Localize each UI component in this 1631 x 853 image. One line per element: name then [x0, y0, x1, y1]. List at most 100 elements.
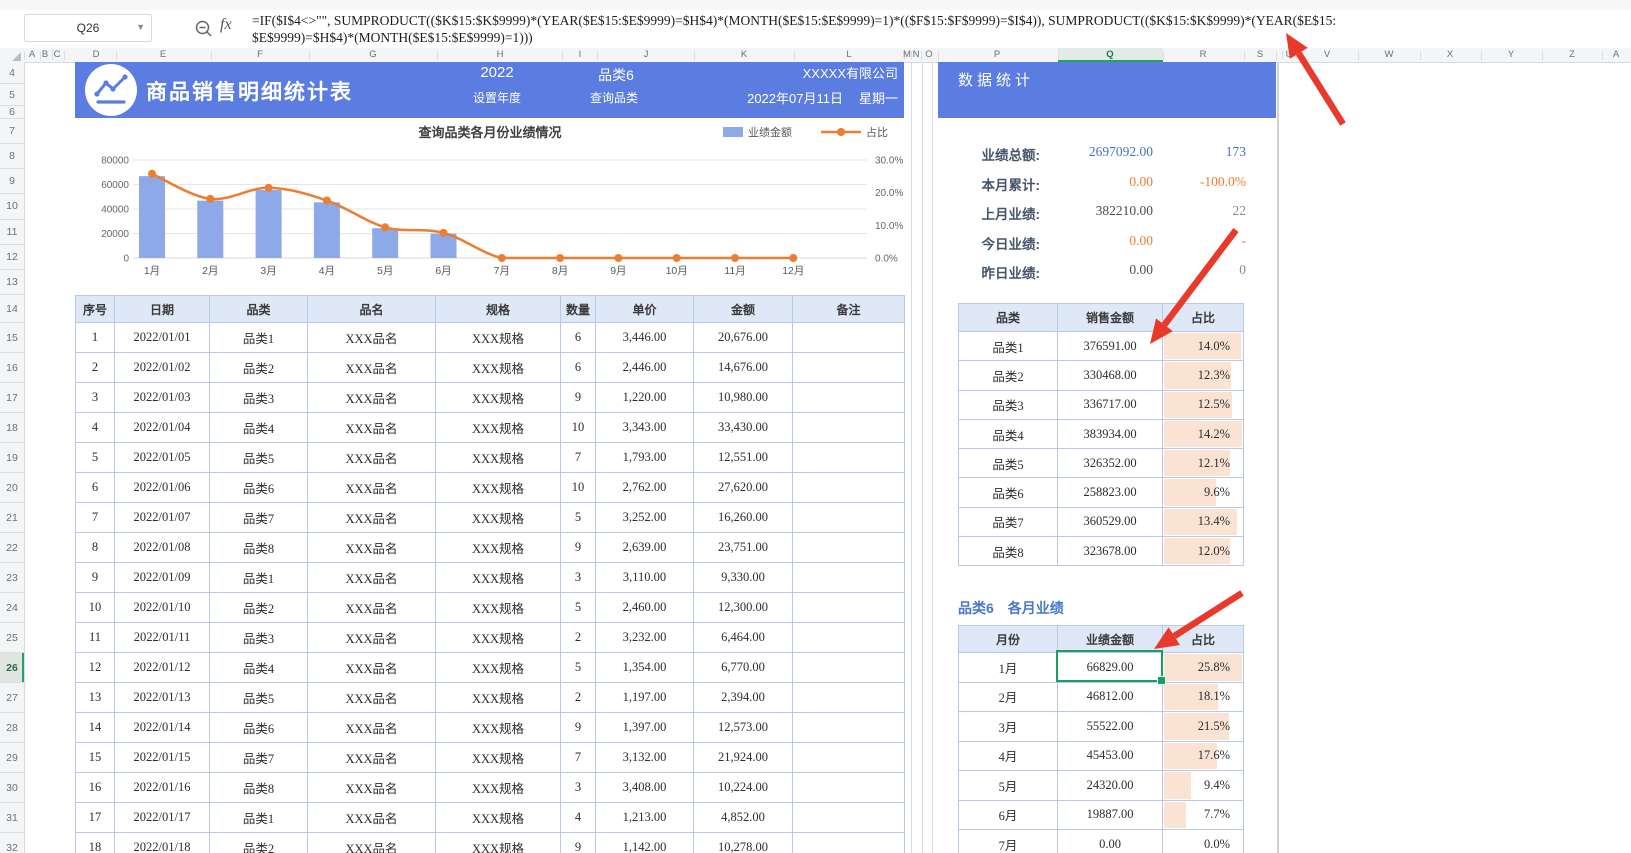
sales-cell[interactable]: 6 [561, 323, 596, 353]
sales-cell[interactable]: 品类4 [210, 653, 308, 683]
row-header-10[interactable]: 10 [0, 194, 24, 220]
sales-cell[interactable]: XXX品名 [308, 503, 436, 533]
monthly-cell[interactable]: 2月 [958, 682, 1058, 712]
sales-cell[interactable]: 17 [75, 803, 115, 833]
monthly-column-header[interactable]: 占比 [1163, 625, 1244, 653]
sales-cell[interactable]: 2 [561, 683, 596, 713]
sales-cell[interactable]: 9 [561, 383, 596, 413]
sales-cell[interactable]: 品类4 [210, 413, 308, 443]
sales-cell[interactable]: 14 [75, 713, 115, 743]
row-header-6[interactable]: 6 [0, 106, 24, 119]
sales-cell[interactable]: 2022/01/08 [115, 533, 210, 563]
category-cell[interactable]: 336717.00 [1058, 390, 1163, 420]
row-header-17[interactable]: 17 [0, 383, 24, 413]
sales-cell[interactable]: 3 [75, 383, 115, 413]
category-cell[interactable]: 品类4 [958, 419, 1058, 450]
monthly-cell[interactable]: 5月 [958, 771, 1058, 801]
sales-cell[interactable]: XXX规格 [436, 803, 561, 833]
sales-cell[interactable]: 品类5 [210, 683, 308, 713]
category-cell[interactable]: 12.5% [1163, 390, 1244, 420]
sales-cell[interactable]: 3,132.00 [596, 743, 694, 773]
row-header-30[interactable]: 30 [0, 773, 24, 803]
sales-cell[interactable]: 5 [561, 593, 596, 623]
sales-cell[interactable] [793, 533, 905, 563]
row-header-21[interactable]: 21 [0, 503, 24, 533]
stat-value[interactable]: 2697092.00 [1040, 144, 1153, 162]
sales-cell[interactable]: XXX品名 [308, 833, 436, 853]
sales-cell[interactable]: 4 [75, 413, 115, 443]
sales-cell[interactable]: XXX规格 [436, 773, 561, 803]
monthly-cell[interactable]: 24320.00 [1058, 771, 1163, 801]
sales-cell[interactable]: 6 [561, 353, 596, 383]
sales-cell[interactable]: XXX品名 [308, 413, 436, 443]
stat-extra[interactable]: 0 [1153, 262, 1246, 280]
monthly-cell[interactable]: 55522.00 [1058, 712, 1163, 742]
sales-cell[interactable]: 2022/01/15 [115, 743, 210, 773]
row-header-18[interactable]: 18 [0, 413, 24, 443]
sales-cell[interactable]: 3 [561, 563, 596, 593]
sales-cell[interactable]: 2022/01/02 [115, 353, 210, 383]
sales-cell[interactable]: 18 [75, 833, 115, 853]
category-cell[interactable]: 323678.00 [1058, 537, 1163, 567]
sales-cell[interactable]: 2022/01/06 [115, 473, 210, 503]
column-header-Z[interactable]: Z [1569, 48, 1575, 62]
sales-cell[interactable]: 品类1 [210, 563, 308, 593]
sales-cell[interactable]: XXX规格 [436, 473, 561, 503]
category-cell[interactable]: 12.0% [1163, 537, 1244, 567]
sales-cell[interactable]: 品类2 [210, 593, 308, 623]
sales-cell[interactable]: 10 [561, 413, 596, 443]
column-header-A[interactable]: A [29, 48, 35, 62]
category-cell[interactable]: 14.0% [1163, 332, 1244, 362]
sales-cell[interactable]: 2 [561, 623, 596, 653]
sales-column-header[interactable]: 单价 [596, 295, 694, 323]
sales-cell[interactable] [793, 593, 905, 623]
sales-cell[interactable]: 品类8 [210, 533, 308, 563]
sales-cell[interactable] [793, 503, 905, 533]
column-headers[interactable]: ABCDEFGHIJKLMNOPQRSUVWXYZA [0, 48, 1631, 63]
sales-cell[interactable] [793, 413, 905, 443]
row-header-5[interactable]: 5 [0, 84, 24, 106]
sales-cell[interactable]: 2022/01/05 [115, 443, 210, 473]
row-header-23[interactable]: 23 [0, 563, 24, 593]
sales-cell[interactable]: XXX品名 [308, 773, 436, 803]
column-header-B[interactable]: B [42, 48, 48, 62]
monthly-cell[interactable]: 0.0% [1163, 830, 1244, 853]
sales-cell[interactable] [793, 773, 905, 803]
sales-column-header[interactable]: 备注 [793, 295, 905, 323]
category-cell[interactable]: 330468.00 [1058, 361, 1163, 391]
monthly-cell[interactable]: 6月 [958, 800, 1058, 830]
category-cell[interactable]: 383934.00 [1058, 419, 1163, 450]
sales-cell[interactable]: XXX品名 [308, 533, 436, 563]
sales-cell[interactable]: 品类2 [210, 353, 308, 383]
sales-cell[interactable]: 品类6 [210, 473, 308, 503]
sales-cell[interactable]: 品类2 [210, 833, 308, 853]
sales-cell[interactable] [793, 623, 905, 653]
sales-cell[interactable]: 1,197.00 [596, 683, 694, 713]
column-header-G[interactable]: G [369, 48, 376, 62]
sales-cell[interactable]: 品类1 [210, 323, 308, 353]
monthly-column-header[interactable]: 月份 [958, 625, 1058, 653]
sales-cell[interactable]: 5 [561, 503, 596, 533]
sales-cell[interactable] [793, 443, 905, 473]
sales-cell[interactable]: XXX规格 [436, 503, 561, 533]
sales-cell[interactable]: XXX规格 [436, 743, 561, 773]
monthly-cell[interactable]: 7月 [958, 830, 1058, 853]
row-header-22[interactable]: 22 [0, 533, 24, 563]
sales-cell[interactable]: 3,232.00 [596, 623, 694, 653]
monthly-cell[interactable]: 21.5% [1163, 712, 1244, 742]
sales-cell[interactable]: 2022/01/18 [115, 833, 210, 853]
monthly-cell[interactable]: 17.6% [1163, 741, 1244, 771]
sales-cell[interactable]: XXX规格 [436, 593, 561, 623]
monthly-cell[interactable]: 19887.00 [1058, 800, 1163, 830]
sales-column-header[interactable]: 品名 [308, 295, 436, 323]
sales-cell[interactable]: XXX品名 [308, 323, 436, 353]
stat-extra[interactable]: -100.0% [1153, 174, 1246, 192]
sales-cell[interactable]: 品类3 [210, 623, 308, 653]
category-cell[interactable]: 品类7 [958, 507, 1058, 538]
row-header-4[interactable]: 4 [0, 62, 24, 84]
sales-cell[interactable]: XXX规格 [436, 653, 561, 683]
row-header-31[interactable]: 31 [0, 803, 24, 833]
sales-cell[interactable]: 2022/01/11 [115, 623, 210, 653]
row-header-28[interactable]: 28 [0, 713, 24, 743]
sales-column-header[interactable]: 日期 [115, 295, 210, 323]
